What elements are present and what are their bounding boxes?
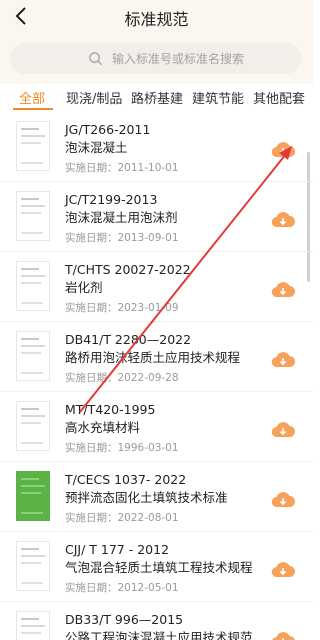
cloud-download-icon: [271, 142, 295, 158]
cloud-download-icon: [271, 492, 295, 508]
standard-code: MT/T420-1995: [65, 402, 156, 417]
document-thumbnail: [16, 331, 50, 381]
standard-name: 岩化剂: [65, 280, 103, 295]
effective-date: 实施日期：2022-09-28: [65, 372, 179, 384]
cloud-download-icon: [271, 352, 295, 368]
tab-road-bridge[interactable]: 路桥基建: [131, 88, 183, 107]
cloud-download-icon: [271, 212, 295, 228]
download-button[interactable]: [271, 210, 295, 230]
cloud-download-icon: [271, 282, 295, 298]
effective-date: 实施日期：2013-09-01: [65, 232, 179, 244]
effective-date: 实施日期：2012-05-01: [65, 582, 179, 594]
document-thumbnail: [16, 401, 50, 451]
download-button[interactable]: [271, 280, 295, 300]
standard-code: DB41/T 2280—2022: [65, 332, 192, 347]
search-icon: [89, 52, 103, 66]
document-thumbnail: [16, 541, 50, 591]
list-item[interactable]: DB33/T 996—2015 公路工程泡沫混凝土应用技术规范: [0, 602, 313, 640]
tab-building-energy[interactable]: 建筑节能: [192, 88, 244, 107]
active-tab-indicator: [13, 108, 53, 110]
standard-code: CJJ/ T 177 - 2012: [65, 542, 170, 557]
document-thumbnail: [16, 471, 50, 521]
category-tabs: 全部 现浇/制品 路桥基建 建筑节能 其他配套: [0, 84, 313, 112]
standard-name: 高水充填材料: [65, 420, 141, 435]
search-box[interactable]: [10, 43, 301, 74]
standard-code: T/CECS 1037- 2022: [65, 472, 187, 487]
download-button[interactable]: [271, 140, 295, 160]
search-bar: [0, 34, 313, 84]
effective-date: 实施日期：2022-08-01: [65, 512, 179, 524]
download-button[interactable]: [271, 350, 295, 370]
download-button[interactable]: [271, 490, 295, 510]
tab-other[interactable]: 其他配套: [253, 88, 305, 107]
list-item[interactable]: JG/T266-2011 泡沫混凝土 实施日期：2011-10-01: [0, 112, 313, 182]
app-header: 标准规范: [0, 0, 313, 34]
list-item[interactable]: MT/T420-1995 高水充填材料 实施日期：1996-03-01: [0, 392, 313, 462]
effective-date: 实施日期：1996-03-01: [65, 442, 179, 454]
list-item[interactable]: DB41/T 2280—2022 路桥用泡沫轻质土应用技术规程 实施日期：202…: [0, 322, 313, 392]
document-thumbnail: [16, 191, 50, 241]
tab-all[interactable]: 全部: [19, 88, 45, 107]
standard-name: 预拌流态固化土填筑技术标准: [65, 490, 228, 505]
standard-name: 气泡混合轻质土填筑工程技术规程: [65, 560, 253, 575]
standard-code: T/CHTS 20027-2022: [65, 262, 191, 277]
effective-date: 实施日期：2023-01-09: [65, 302, 179, 314]
list-item[interactable]: T/CECS 1037- 2022 预拌流态固化土填筑技术标准 实施日期：202…: [0, 462, 313, 532]
document-thumbnail: [16, 121, 50, 171]
standard-name: 公路工程泡沫混凝土应用技术规范: [65, 630, 253, 640]
cloud-download-icon: [271, 422, 295, 438]
list-item[interactable]: T/CHTS 20027-2022 岩化剂 实施日期：2023-01-09: [0, 252, 313, 322]
effective-date: 实施日期：2011-10-01: [65, 162, 179, 174]
standard-name: 泡沫混凝土用泡沫剂: [65, 210, 178, 225]
cloud-download-icon: [271, 562, 295, 578]
list-item[interactable]: CJJ/ T 177 - 2012 气泡混合轻质土填筑工程技术规程 实施日期：2…: [0, 532, 313, 602]
document-thumbnail: [16, 261, 50, 311]
standard-name: 泡沫混凝土: [65, 140, 128, 155]
tab-cast-in-place[interactable]: 现浇/制品: [66, 88, 122, 107]
search-input[interactable]: [112, 48, 292, 69]
standard-code: JC/T2199-2013: [65, 192, 158, 207]
list-item[interactable]: JC/T2199-2013 泡沫混凝土用泡沫剂 实施日期：2013-09-01: [0, 182, 313, 252]
standard-code: JG/T266-2011: [65, 122, 151, 137]
document-thumbnail: [16, 611, 50, 640]
page-title: 标准规范: [124, 10, 189, 29]
download-button[interactable]: [271, 630, 295, 640]
download-button[interactable]: [271, 560, 295, 580]
cloud-download-icon: [272, 632, 295, 640]
standard-name: 路桥用泡沫轻质土应用技术规程: [65, 350, 241, 365]
download-button[interactable]: [271, 420, 295, 440]
standard-code: DB33/T 996—2015: [65, 612, 184, 627]
